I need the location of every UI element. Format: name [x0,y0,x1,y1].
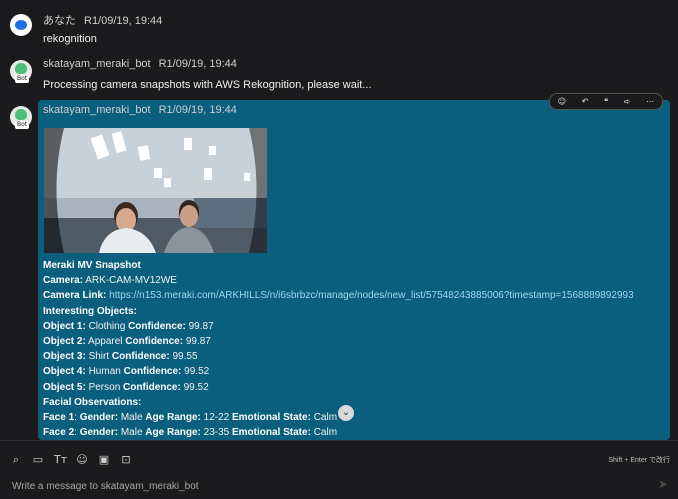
snapshot-title: Meraki MV Snapshot [43,260,141,271]
scroll-to-bottom-button[interactable]: ⌄ [338,405,354,421]
bot-face-icon [15,63,27,74]
object-row: Object 1: Clothing Confidence: 99.87 [43,320,214,332]
timestamp: R1/09/19, 19:44 [158,58,237,70]
message-input[interactable] [10,477,654,495]
timestamp: R1/09/19, 19:44 [84,15,163,27]
camera-line: Camera: ARK-CAM-MV12WE [43,275,177,287]
message-composer: ⌕ ▭ Tт ☺ ▣ ⊡ Shift + Enter で改行 ➤ [0,440,678,499]
newline-hint: Shift + Enter で改行 [608,457,670,464]
author-name[interactable]: skatayam_meraki_bot [43,58,151,70]
user-avatar[interactable] [10,14,32,36]
message-header: あなた R1/09/19, 19:44 [43,12,162,28]
object-row: Object 4: Human Confidence: 99.52 [43,366,210,378]
object-row: Object 2: Apparel Confidence: 99.87 [43,335,211,347]
faces-heading: Facial Observations: [43,396,142,408]
author-name[interactable]: あなた [43,15,76,27]
gif-icon[interactable]: ▣ [98,453,110,467]
camera-link[interactable]: https://n153.meraki.com/ARKHILLS/n/i6sbr… [109,290,634,301]
message-3-highlight: Meraki MV Snapshot Camera: ARK-CAM-MV12W… [38,100,670,440]
bot-avatar[interactable]: Bot [10,106,32,129]
more-icon[interactable]: ⋯ [646,97,654,107]
bot-badge: Bot [15,121,30,129]
message-action-toolbar: ☺ ↶ ❝ ➪ ⋯ [549,93,663,110]
message-text: Processing camera snapshots with AWS Rek… [43,79,372,91]
send-icon[interactable]: ➤ [658,477,668,491]
message-header: skatayam_meraki_bot R1/09/19, 19:44 [43,104,237,116]
snapshot-scene [44,128,267,253]
face-row: Face 2: Gender: Male Age Range: 23-35 Em… [43,427,338,439]
objects-heading: Interesting Objects: [43,305,137,317]
attach-icon[interactable]: ⌕ [10,453,22,467]
forward-icon[interactable]: ➪ [624,97,631,107]
bot-badge: Bot [15,75,30,83]
message-header: skatayam_meraki_bot R1/09/19, 19:44 [43,58,237,70]
quote-icon[interactable]: ❝ [604,97,608,107]
message-text: rekognition [43,33,97,45]
canvas-icon[interactable]: ▭ [32,453,44,467]
composer-toolbar: ⌕ ▭ Tт ☺ ▣ ⊡ [10,453,132,467]
timestamp: R1/09/19, 19:44 [158,104,237,116]
emoji-reaction-icon[interactable]: ☺ [558,97,566,107]
bot-avatar[interactable]: Bot [10,60,32,83]
emoji-icon[interactable]: ☺ [76,453,88,467]
camera-snapshot-image[interactable] [44,128,267,253]
text-format-icon[interactable]: Tт [54,453,67,467]
bot-face-icon [15,109,27,120]
object-row: Object 5: Person Confidence: 99.52 [43,381,209,393]
camera-link-line: Camera Link: https://n153.meraki.com/ARK… [43,290,634,302]
object-row: Object 3: Shirt Confidence: 99.55 [43,351,198,363]
author-name[interactable]: skatayam_meraki_bot [43,104,151,116]
reply-icon[interactable]: ↶ [582,97,589,107]
whiteboard-icon[interactable]: ⊡ [120,453,132,467]
